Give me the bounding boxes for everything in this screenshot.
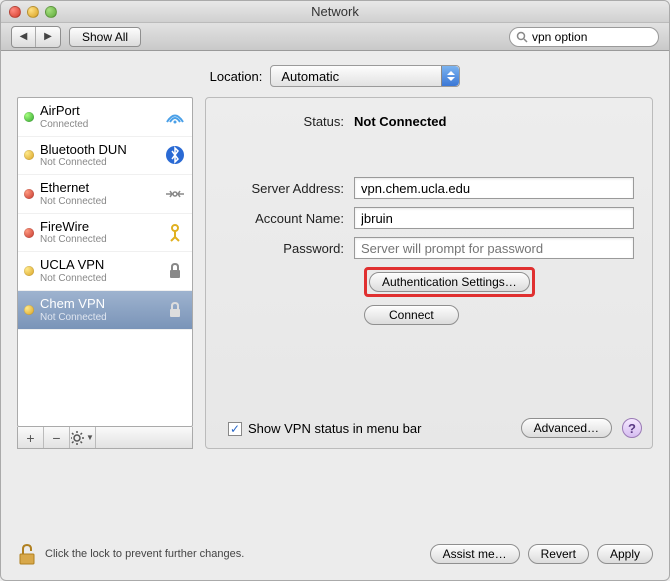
lock-text: Click the lock to prevent further change… — [45, 548, 244, 560]
status-label: Status: — [224, 114, 354, 129]
service-name: AirPort — [40, 103, 158, 119]
popup-arrows-icon — [441, 66, 459, 86]
service-status: Not Connected — [40, 234, 158, 246]
back-button[interactable]: ◀ — [12, 27, 36, 47]
firewire-icon — [164, 222, 186, 244]
connect-button[interactable]: Connect — [364, 305, 459, 325]
service-firewire[interactable]: FireWire Not Connected — [18, 214, 192, 253]
server-address-input[interactable] — [354, 177, 634, 199]
assist-me-button[interactable]: Assist me… — [430, 544, 520, 564]
service-name: Bluetooth DUN — [40, 142, 158, 158]
revert-button[interactable]: Revert — [528, 544, 589, 564]
forward-button[interactable]: ▶ — [36, 27, 60, 47]
remove-service-button[interactable]: − — [44, 427, 70, 448]
apply-button[interactable]: Apply — [597, 544, 653, 564]
location-popup[interactable]: Automatic — [270, 65, 460, 87]
password-label: Password: — [224, 241, 354, 256]
vpn-lock-icon — [164, 299, 186, 321]
status-dot-icon — [24, 228, 34, 238]
password-input[interactable] — [354, 237, 634, 259]
service-ethernet[interactable]: Ethernet Not Connected — [18, 175, 192, 214]
service-actions-button[interactable]: ▼ — [70, 427, 96, 448]
status-dot-icon — [24, 305, 34, 315]
detail-pane: Status: Not Connected Server Address: Ac… — [205, 97, 653, 449]
service-status: Not Connected — [40, 273, 158, 285]
show-vpn-status-label: Show VPN status in menu bar — [248, 421, 421, 436]
toolbar: ◀ ▶ Show All ✕ — [1, 23, 669, 51]
server-address-label: Server Address: — [224, 181, 354, 196]
status-value: Not Connected — [354, 114, 446, 129]
service-status: Not Connected — [40, 157, 158, 169]
service-ucla-vpn[interactable]: UCLA VPN Not Connected — [18, 252, 192, 291]
search-field[interactable]: ✕ — [509, 27, 659, 47]
window-title: Network — [1, 4, 669, 19]
footer: Click the lock to prevent further change… — [17, 542, 653, 566]
location-label: Location: — [210, 69, 263, 84]
show-vpn-status-row[interactable]: ✓ Show VPN status in menu bar — [228, 421, 421, 436]
show-all-button[interactable]: Show All — [69, 27, 141, 47]
status-dot-icon — [24, 189, 34, 199]
service-status: Not Connected — [40, 196, 158, 208]
search-input[interactable] — [532, 30, 670, 44]
service-list[interactable]: AirPort Connected Bluetooth DUN Not Conn… — [17, 97, 193, 427]
gear-icon — [71, 431, 85, 445]
search-icon — [516, 31, 528, 43]
service-chem-vpn[interactable]: Chem VPN Not Connected — [18, 291, 192, 330]
advanced-button[interactable]: Advanced… — [521, 418, 612, 438]
account-name-label: Account Name: — [224, 211, 354, 226]
add-service-button[interactable]: + — [18, 427, 44, 448]
ethernet-icon — [164, 183, 186, 205]
titlebar: Network — [1, 1, 669, 23]
show-vpn-status-checkbox[interactable]: ✓ — [228, 422, 242, 436]
vpn-lock-icon — [164, 260, 186, 282]
authentication-settings-button[interactable]: Authentication Settings… — [369, 272, 530, 292]
lock-area[interactable]: Click the lock to prevent further change… — [17, 542, 422, 566]
account-name-input[interactable] — [354, 207, 634, 229]
service-name: Ethernet — [40, 180, 158, 196]
help-button[interactable]: ? — [622, 418, 642, 438]
sidebar: AirPort Connected Bluetooth DUN Not Conn… — [17, 97, 193, 449]
bluetooth-icon — [164, 144, 186, 166]
service-airport[interactable]: AirPort Connected — [18, 98, 192, 137]
service-name: Chem VPN — [40, 296, 158, 312]
nav-segment: ◀ ▶ — [11, 26, 61, 48]
service-name: UCLA VPN — [40, 257, 158, 273]
status-dot-icon — [24, 112, 34, 122]
checkmark-icon: ✓ — [230, 423, 240, 435]
network-window: Network ◀ ▶ Show All ✕ Location: Automat… — [0, 0, 670, 581]
location-value: Automatic — [281, 69, 339, 84]
status-dot-icon — [24, 266, 34, 276]
main-content: AirPort Connected Bluetooth DUN Not Conn… — [1, 97, 669, 459]
status-dot-icon — [24, 150, 34, 160]
service-bluetooth[interactable]: Bluetooth DUN Not Connected — [18, 137, 192, 176]
sidebar-footer: + − ▼ — [17, 427, 193, 449]
highlight-annotation: Authentication Settings… — [364, 267, 535, 297]
unlock-icon — [17, 542, 37, 566]
location-row: Location: Automatic — [1, 51, 669, 97]
service-status: Not Connected — [40, 312, 158, 324]
service-name: FireWire — [40, 219, 158, 235]
airport-icon — [164, 106, 186, 128]
service-status: Connected — [40, 119, 158, 131]
